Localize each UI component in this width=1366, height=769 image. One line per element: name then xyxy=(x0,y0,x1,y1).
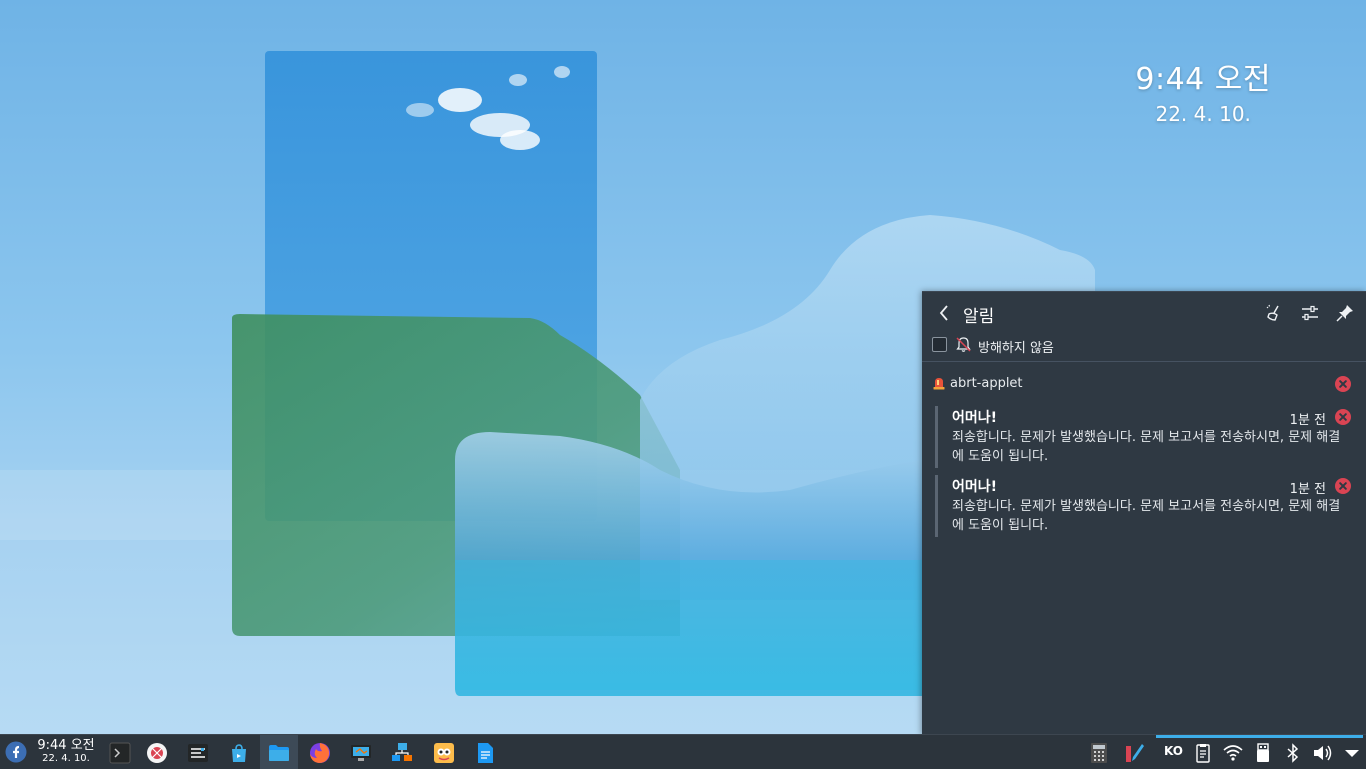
display-settings-icon[interactable] xyxy=(350,742,372,764)
tray-expand-icon[interactable] xyxy=(1341,742,1363,764)
firefox-icon[interactable] xyxy=(309,742,331,764)
volume-icon[interactable] xyxy=(1311,742,1333,764)
bug-report-icon[interactable] xyxy=(146,742,168,764)
clipboard-icon[interactable] xyxy=(1192,742,1214,764)
notification-item[interactable]: 어머나! 1분 전 죄송합니다. 문제가 발생했습니다. 문제 보고서를 전송하… xyxy=(935,475,1358,537)
system-monitor-icon[interactable] xyxy=(187,742,209,764)
desktop-clock-widget: 9:44 오전 22. 4. 10. xyxy=(1135,54,1271,126)
notification-title: 어머나! xyxy=(952,410,998,426)
desktop-clock-date: 22. 4. 10. xyxy=(1155,102,1251,126)
close-group-icon[interactable] xyxy=(1335,376,1351,392)
taskbar-clock-date: 22. 4. 10. xyxy=(42,753,90,764)
bluetooth-icon[interactable] xyxy=(1282,742,1304,764)
notification-time: 1분 전 xyxy=(1289,413,1326,428)
close-notification-icon[interactable] xyxy=(1335,478,1351,494)
notification-title: 어머나! xyxy=(952,479,998,495)
do-not-disturb-label[interactable]: 방해하지 않음 xyxy=(978,337,1054,356)
notification-body: 죄송합니다. 문제가 발생했습니다. 문제 보고서를 전송하시면, 문제 해결에… xyxy=(952,430,1341,464)
header-divider xyxy=(922,361,1366,362)
do-not-disturb-checkbox[interactable] xyxy=(932,337,947,352)
bell-off-icon xyxy=(956,337,971,352)
notification-app-name: abrt-applet xyxy=(950,376,1023,391)
close-notification-icon[interactable] xyxy=(1335,409,1351,425)
discover-icon[interactable] xyxy=(228,742,250,764)
abrt-alarm-icon xyxy=(933,378,945,390)
notification-body: 죄송합니다. 문제가 발생했습니다. 문제 보고서를 전송하시면, 문제 해결에… xyxy=(952,499,1341,533)
color-picker-icon[interactable] xyxy=(1124,742,1146,764)
tray-active-indicator xyxy=(1156,735,1363,738)
screenshot-icon[interactable] xyxy=(433,742,455,764)
notifications-title: 알림 xyxy=(963,307,995,327)
pin-icon[interactable] xyxy=(1335,303,1355,323)
fedora-launcher-icon[interactable] xyxy=(5,741,27,763)
notification-item[interactable]: 어머나! 1분 전 죄송합니다. 문제가 발생했습니다. 문제 보고서를 전송하… xyxy=(935,406,1358,468)
taskbar: 9:44 오전 22. 4. 10. KO xyxy=(0,734,1366,769)
notifications-header: 알림 방해하지 않음 xyxy=(922,292,1366,362)
document-icon[interactable] xyxy=(474,742,496,764)
notification-group-header: abrt-applet xyxy=(922,374,1366,396)
file-manager-icon[interactable] xyxy=(268,742,290,764)
desktop-clock-time: 9:44 오전 xyxy=(1135,62,1271,97)
terminal-icon[interactable] xyxy=(109,742,131,764)
notifications-panel: 알림 방해하지 않음 abrt-applet 어머나! 1분 전 죄송합니다. … xyxy=(922,291,1366,735)
clear-all-broom-icon[interactable] xyxy=(1264,303,1284,323)
notification-time: 1분 전 xyxy=(1289,482,1326,497)
network-icon[interactable] xyxy=(391,742,413,764)
taskbar-clock-time: 9:44 오전 xyxy=(37,738,95,753)
input-method-indicator[interactable]: KO xyxy=(1164,744,1183,758)
usb-icon[interactable] xyxy=(1252,742,1274,764)
taskbar-clock[interactable]: 9:44 오전 22. 4. 10. xyxy=(36,738,96,765)
configure-sliders-icon[interactable] xyxy=(1300,303,1320,323)
wifi-icon[interactable] xyxy=(1222,742,1244,764)
back-chevron-icon[interactable] xyxy=(934,302,956,324)
calculator-icon[interactable] xyxy=(1088,742,1110,764)
